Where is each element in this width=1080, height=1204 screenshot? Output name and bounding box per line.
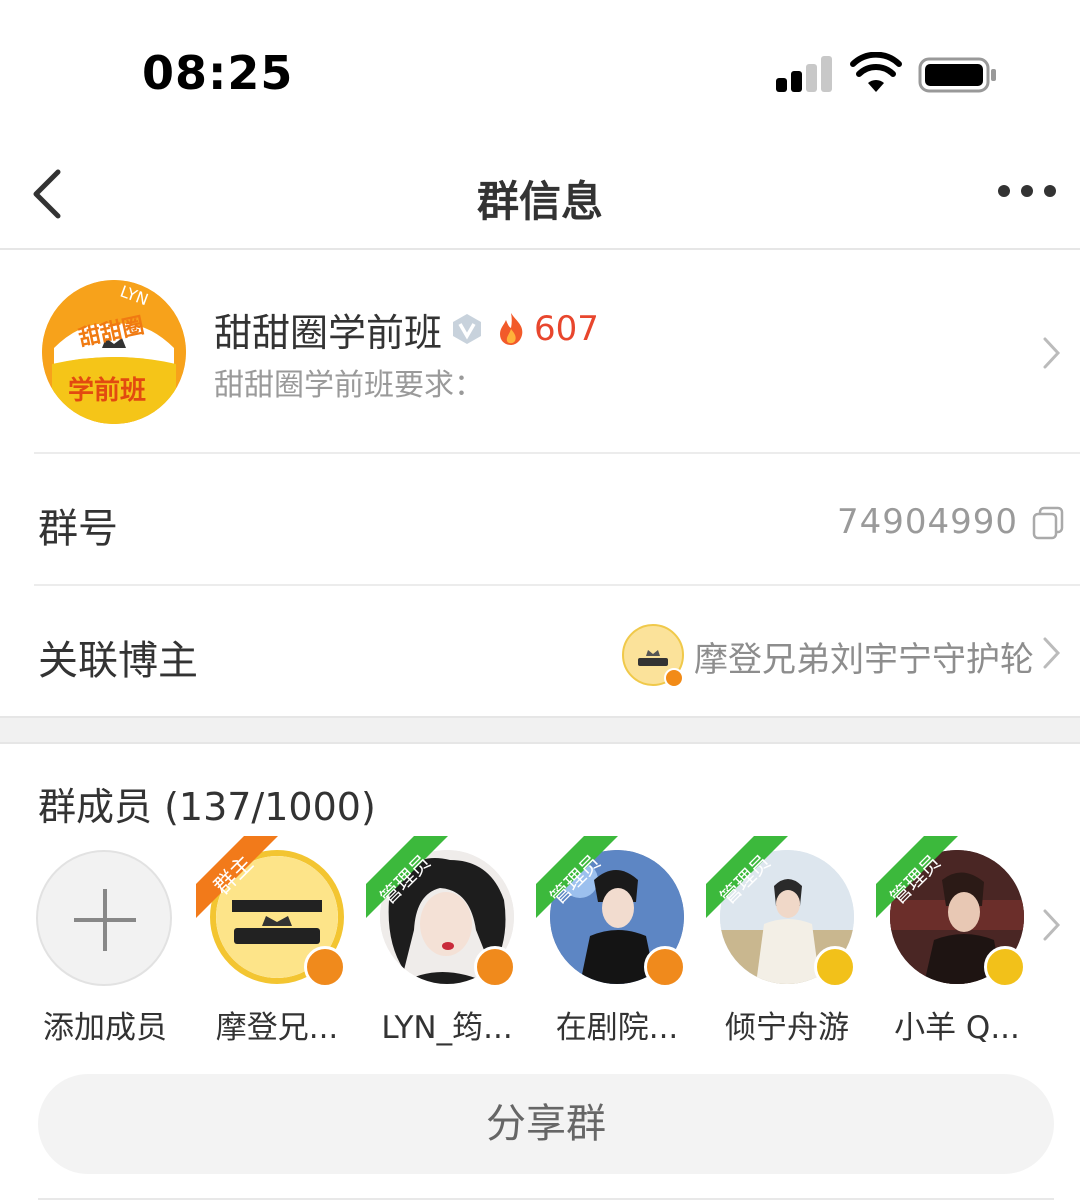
fire-icon (500, 313, 523, 345)
verified-badge-icon (814, 946, 856, 988)
status-bar: 08:25 (0, 0, 1080, 140)
member-name: 在剧院... (555, 1010, 679, 1046)
group-avatar: 甜甜圈 LYN 学前班 (42, 280, 186, 424)
heat-count: 607 (534, 309, 599, 349)
member-item[interactable]: 管理员 LYN_筠... (366, 836, 520, 1050)
admin-ribbon: 管理员 (536, 836, 618, 918)
members-title: 群成员 (137/1000) (38, 785, 376, 829)
chevron-right-icon (1043, 637, 1061, 669)
group-verified-badge-icon (453, 314, 482, 344)
wifi-icon (850, 52, 902, 92)
group-id-row: 群号 74904990 (0, 454, 1080, 584)
admin-ribbon: 管理员 (366, 836, 448, 918)
status-time: 08:25 (142, 46, 294, 100)
more-options-icon[interactable] (998, 176, 1056, 206)
add-member-label: 添加成员 (43, 1010, 167, 1046)
blogger-verified-icon (664, 668, 684, 688)
member-name: 摩登兄... (215, 1010, 339, 1046)
verified-badge-icon (474, 946, 516, 988)
add-member-button[interactable]: 添加成员 (36, 850, 186, 1050)
member-name: 倾宁舟游 (725, 1010, 849, 1046)
admin-ribbon: 管理员 (706, 836, 788, 918)
member-name: 小羊 Q... (894, 1010, 1020, 1046)
share-group-button[interactable]: 分享群 (38, 1074, 1054, 1174)
group-description: 甜甜圈学前班要求： (214, 368, 484, 403)
section-separator (0, 716, 1080, 744)
linked-blogger-row[interactable]: 关联博主 摩登兄弟刘宇宁守护轮 (0, 586, 1080, 716)
verified-badge-icon (984, 946, 1026, 988)
member-name: LYN_筠... (381, 1010, 513, 1046)
group-name-row: 甜甜圈学前班 607 (214, 304, 599, 355)
linked-blogger-label: 关联博主 (38, 638, 198, 684)
member-item[interactable]: 管理员 倾宁舟游 (706, 836, 860, 1050)
member-item[interactable]: 管理员 在剧院... (536, 836, 690, 1050)
owner-ribbon: 群主 (196, 836, 278, 918)
cellular-signal-icon (776, 56, 832, 92)
group-id-value: 74904990 (836, 502, 1018, 542)
group-name: 甜甜圈学前班 (214, 310, 443, 355)
copy-icon[interactable] (1032, 506, 1064, 540)
divider (38, 1198, 1054, 1200)
admin-ribbon: 管理员 (876, 836, 958, 918)
verified-badge-icon (304, 946, 346, 988)
group-header[interactable]: 甜甜圈 LYN 学前班 甜甜圈学前班 607 甜甜圈学前班要求： (0, 252, 1080, 452)
members-more-chevron-icon[interactable] (1042, 908, 1062, 942)
navigation-bar: 群信息 (0, 140, 1080, 250)
group-avatar-text-bottom: 学前班 (68, 376, 147, 406)
add-icon (36, 850, 172, 986)
battery-icon (918, 57, 996, 93)
verified-badge-icon (644, 946, 686, 988)
blogger-name: 摩登兄弟刘宇宁守护轮 (694, 640, 1034, 680)
page-title: 群信息 (476, 177, 603, 226)
member-item[interactable]: 管理员 小羊 Q... (876, 836, 1030, 1050)
member-item[interactable]: 群主 摩登兄... (196, 836, 350, 1050)
chevron-right-icon (1043, 337, 1061, 369)
group-id-label: 群号 (38, 506, 118, 552)
